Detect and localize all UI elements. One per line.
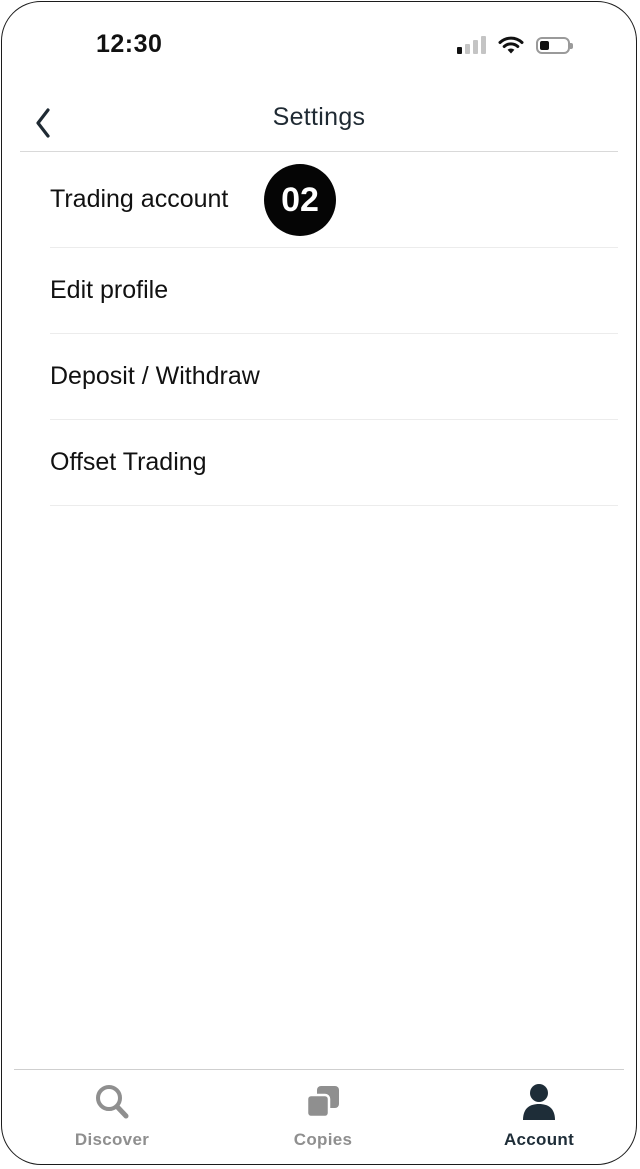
menu-item-label: Deposit / Withdraw	[50, 362, 260, 390]
cellular-signal-icon	[457, 36, 486, 54]
menu-item-label: Edit profile	[50, 276, 169, 304]
nav-header: Settings	[2, 92, 636, 152]
menu-item-label: Trading account	[50, 185, 229, 213]
menu-item-trading-account[interactable]: Trading account 02	[50, 152, 618, 248]
status-bar: 12:30	[2, 2, 636, 92]
menu-item-offset-trading[interactable]: Offset Trading	[50, 420, 618, 506]
menu-item-label: Offset Trading	[50, 448, 207, 476]
tab-copies[interactable]: Copies	[248, 1080, 398, 1150]
copies-icon	[305, 1086, 339, 1119]
tab-discover[interactable]: Discover	[37, 1080, 187, 1150]
search-icon	[96, 1085, 129, 1119]
person-icon	[523, 1084, 555, 1120]
tab-account[interactable]: Account	[464, 1080, 614, 1150]
status-time: 12:30	[96, 30, 163, 58]
phone-frame: 12:30 Settings Trading account 02 Edit p…	[1, 1, 637, 1165]
settings-menu: Trading account 02 Edit profile Deposit …	[50, 152, 618, 506]
status-icons	[457, 35, 573, 55]
step-badge: 02	[264, 164, 336, 236]
menu-item-edit-profile[interactable]: Edit profile	[50, 248, 618, 334]
tab-label: Copies	[293, 1130, 353, 1149]
battery-icon	[536, 36, 573, 54]
battery-level	[540, 40, 549, 50]
menu-item-deposit-withdraw[interactable]: Deposit / Withdraw	[50, 334, 618, 420]
page-title: Settings	[272, 103, 366, 131]
wifi-icon	[498, 36, 524, 54]
tab-label: Discover	[74, 1130, 150, 1149]
tab-label: Account	[503, 1130, 575, 1149]
tab-bar: Discover Copies Account	[2, 1070, 636, 1164]
